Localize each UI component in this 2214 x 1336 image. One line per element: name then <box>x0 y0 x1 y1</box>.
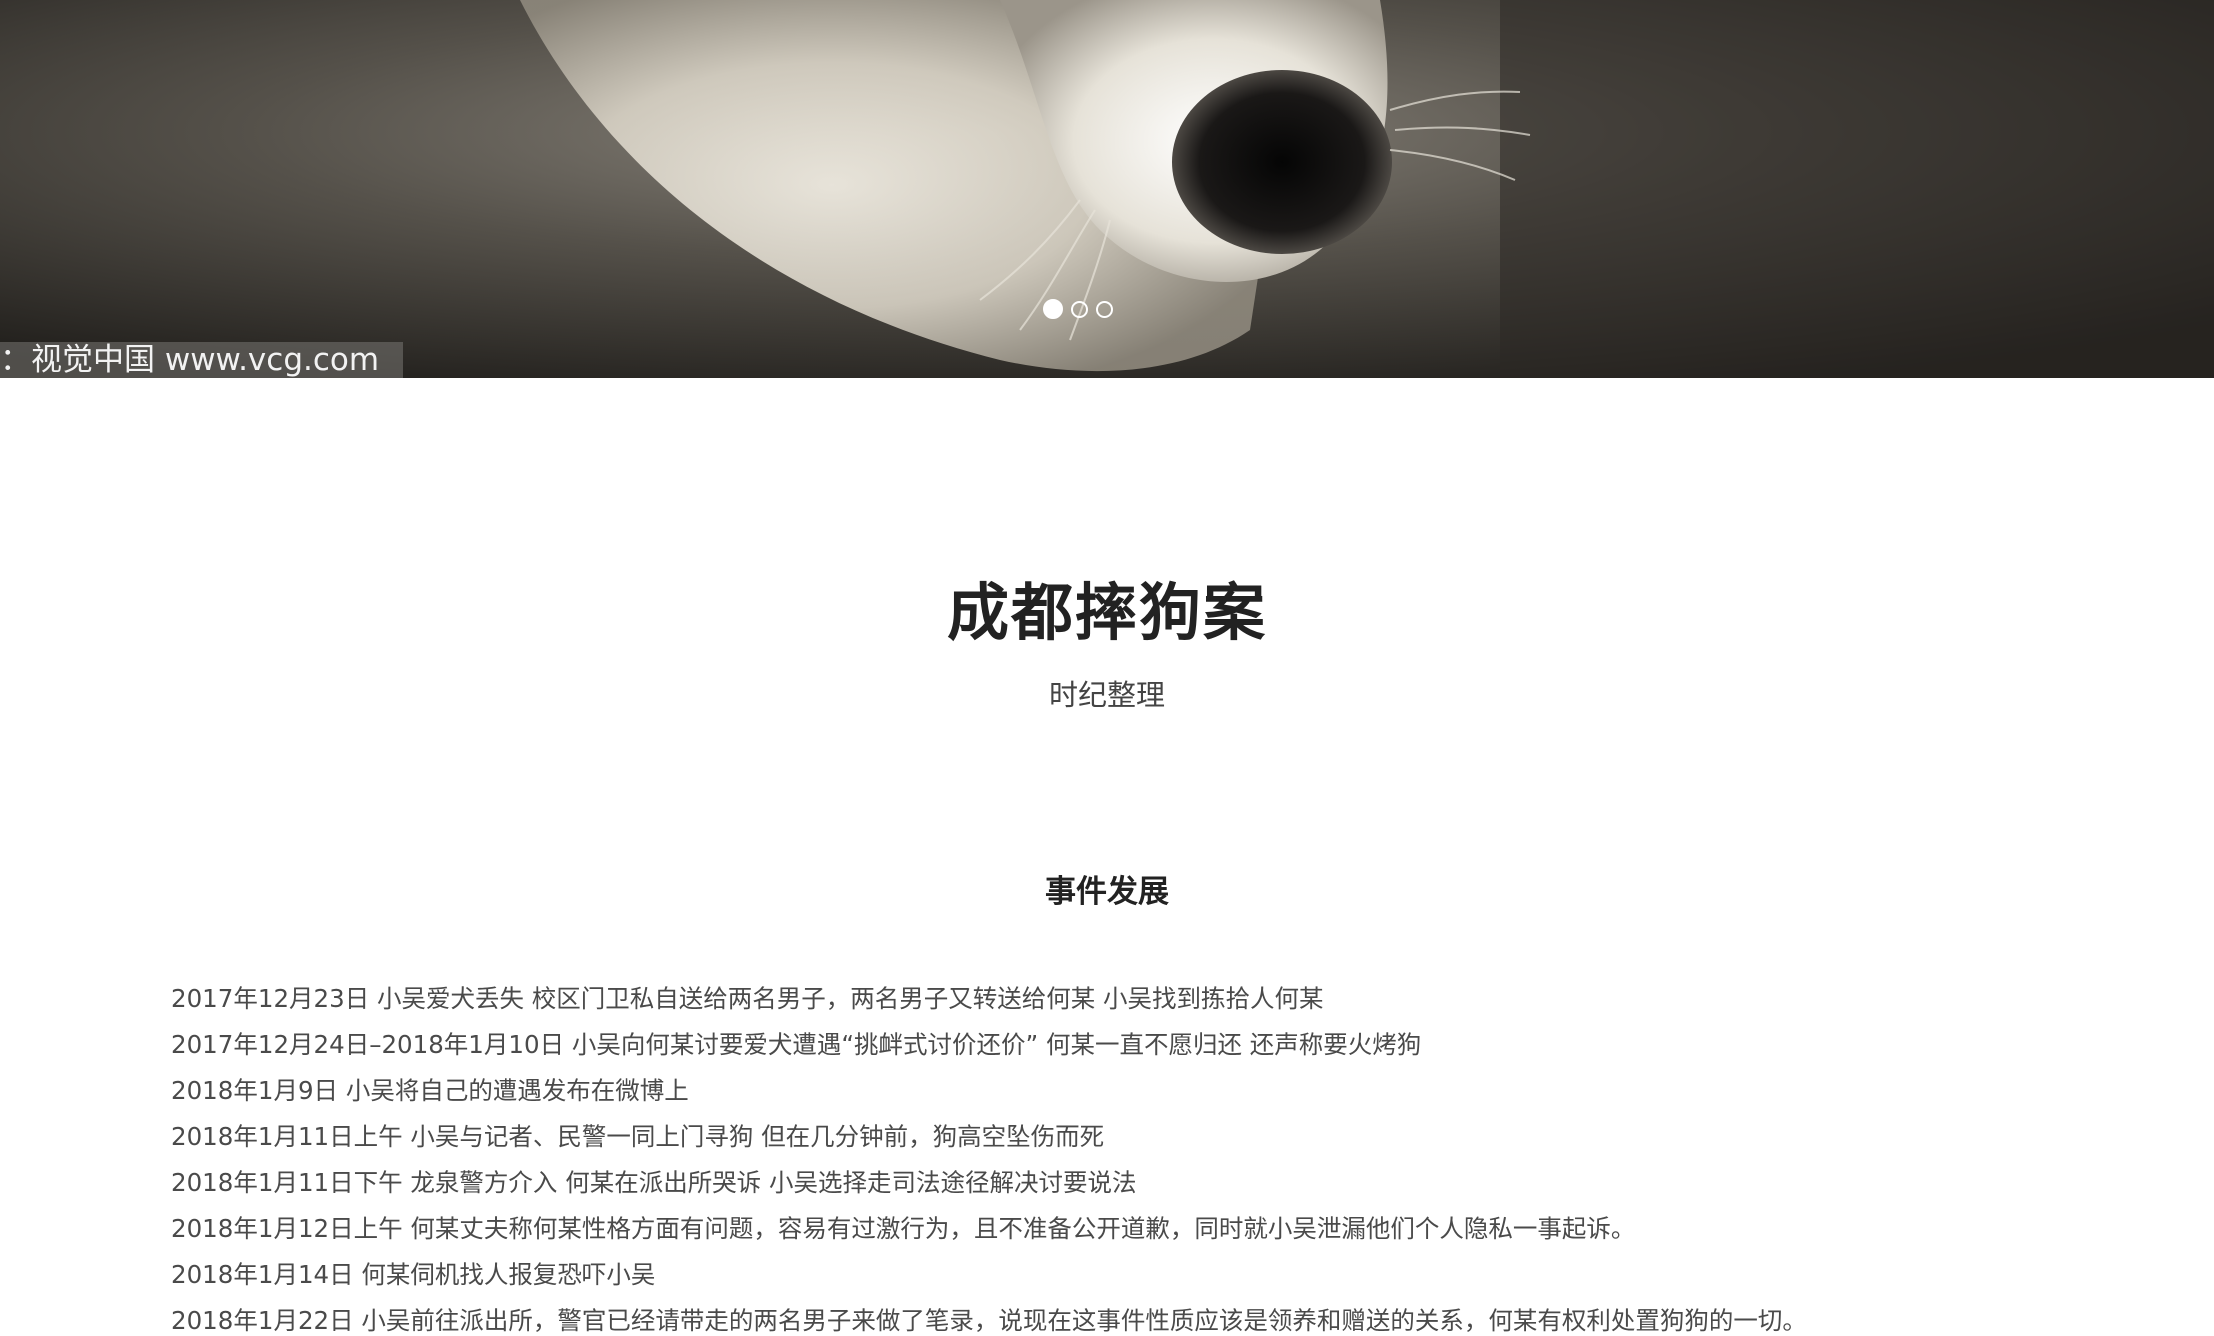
carousel-dot-3[interactable] <box>1096 301 1113 318</box>
page-title: 成都摔狗案 <box>946 576 1267 649</box>
carousel-indicators <box>1043 299 1113 319</box>
timeline-item: 2018年1月9日 小吴将自己的遭遇发布在微博上 <box>171 1076 689 1105</box>
page-subtitle: 时纪整理 <box>1048 678 1165 712</box>
timeline-item: 2018年1月12日上午 何某丈夫称何某性格方面有问题，容易有过激行为，且不准备… <box>171 1214 1636 1243</box>
image-watermark: ：视觉中国 www.vcg.com <box>0 342 404 378</box>
hero-image <box>0 0 2214 378</box>
carousel-dot-1[interactable] <box>1043 299 1063 319</box>
timeline-item: 2017年12月24日–2018年1月10日 小吴向何某讨要爱犬遭遇“挑衅式讨价… <box>171 1030 1422 1059</box>
timeline-item: 2017年12月23日 小吴爱犬丢失 校区门卫私自送给两名男子，两名男子又转送给… <box>171 984 1324 1013</box>
timeline-item: 2018年1月11日下午 龙泉警方介入 何某在派出所哭诉 小吴选择走司法途径解决… <box>171 1168 1137 1197</box>
timeline-item: 2018年1月11日上午 小吴与记者、民警一同上门寻狗 但在几分钟前，狗高空坠伤… <box>171 1122 1105 1151</box>
page: ：视觉中国 www.vcg.com 成都摔狗案 时纪整理 事件发展 2017年1… <box>0 0 2214 1336</box>
timeline-item: 2018年1月14日 何某伺机找人报复恐吓小吴 <box>171 1260 656 1289</box>
carousel-dot-2[interactable] <box>1071 301 1088 318</box>
hero-carousel[interactable]: ：视觉中国 www.vcg.com <box>0 0 2214 378</box>
event-timeline: 2017年12月23日 小吴爱犬丢失 校区门卫私自送给两名男子，两名男子又转送给… <box>171 976 2121 1336</box>
timeline-item: 2018年1月22日 小吴前往派出所，警官已经请带走的两名男子来做了笔录，说现在… <box>171 1306 1807 1335</box>
section-heading: 事件发展 <box>1045 874 1169 910</box>
